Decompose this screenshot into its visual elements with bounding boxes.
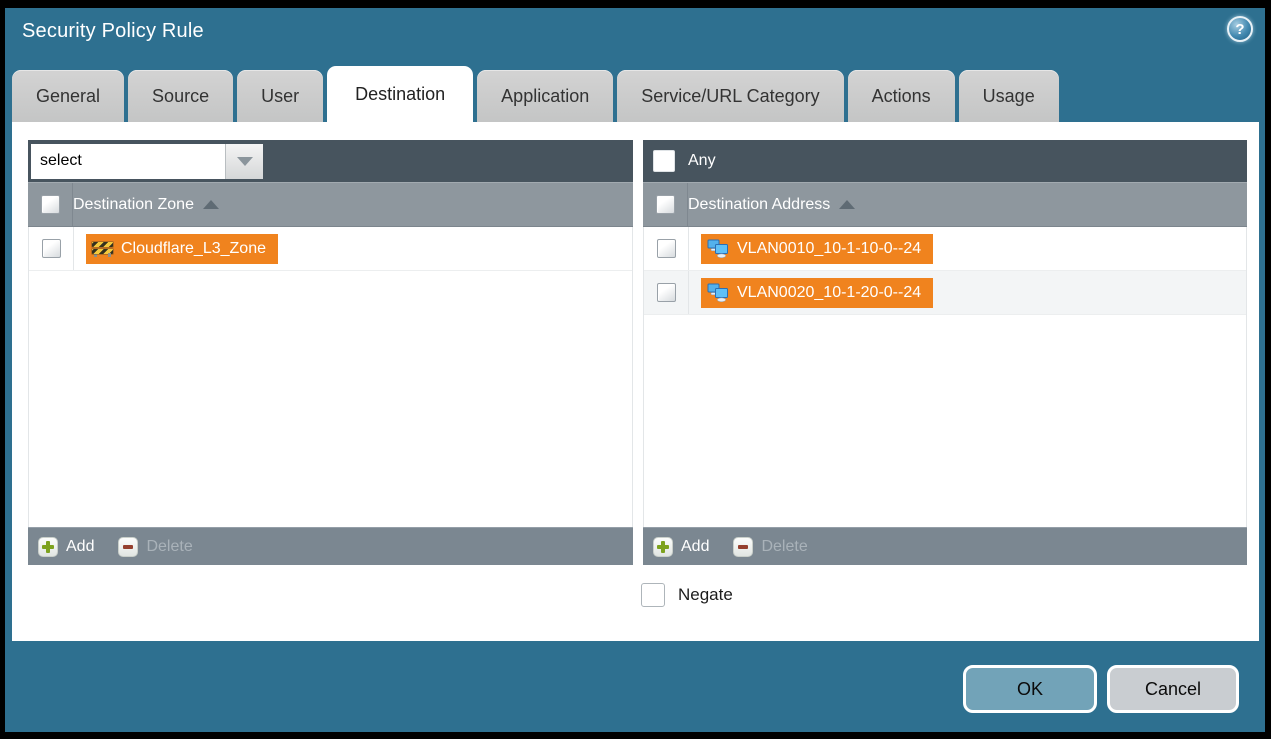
tab-source[interactable]: Source [128,70,233,122]
address-row[interactable]: VLAN0010_10-1-10-0--24 [644,227,1246,271]
zone-column-header[interactable]: Destination Zone [28,182,633,227]
zone-select-all-checkbox[interactable] [41,195,60,214]
address-item-label: VLAN0010_10-1-10-0--24 [737,240,921,258]
zone-panel-header: select [28,140,633,182]
delete-icon [118,537,138,557]
sort-ascending-icon [839,200,855,209]
zone-add-button[interactable]: Add [38,537,94,557]
zone-row[interactable]: Cloudflare_L3_Zone [29,227,632,271]
address-add-button[interactable]: Add [653,537,709,557]
zone-list: Cloudflare_L3_Zone [28,227,633,527]
zone-select-all-cell [28,183,73,226]
zone-column-label: Destination Zone [73,196,194,214]
address-network-icon [707,239,729,258]
negate-control: Negate [641,583,733,607]
add-icon [653,537,673,557]
sort-ascending-icon [203,200,219,209]
zone-type-select[interactable]: select [31,144,263,179]
address-row-checkbox-cell [644,227,689,270]
address-column-header[interactable]: Destination Address [643,182,1247,227]
zone-delete-label: Delete [146,538,192,556]
tab-bar: General Source User Destination Applicat… [12,66,1059,122]
zone-add-label: Add [66,538,94,556]
address-item[interactable]: VLAN0020_10-1-20-0--24 [701,278,933,308]
zone-type-select-button[interactable] [225,144,263,179]
security-policy-rule-dialog: Security Policy Rule ? General Source Us… [0,0,1271,739]
tab-user[interactable]: User [237,70,323,122]
tab-content: select Destination Zone [12,122,1259,641]
add-icon [38,537,58,557]
zone-icon [92,241,113,257]
tab-usage[interactable]: Usage [959,70,1059,122]
address-select-all-cell [643,183,688,226]
zone-row-checkbox-cell [29,227,74,270]
tab-actions[interactable]: Actions [848,70,955,122]
address-network-icon [707,283,729,302]
address-panel-footer: Add Delete [643,527,1247,565]
address-add-label: Add [681,538,709,556]
address-delete-button[interactable]: Delete [733,537,807,557]
any-label: Any [688,152,716,170]
zone-row-checkbox[interactable] [42,239,61,258]
zone-delete-button[interactable]: Delete [118,537,192,557]
address-row[interactable]: VLAN0020_10-1-20-0--24 [644,271,1246,315]
tab-service-url-category[interactable]: Service/URL Category [617,70,843,122]
tab-general[interactable]: General [12,70,124,122]
help-icon[interactable]: ? [1227,16,1253,42]
address-column-label: Destination Address [688,196,830,214]
address-row-checkbox-cell [644,271,689,314]
address-item[interactable]: VLAN0010_10-1-10-0--24 [701,234,933,264]
address-delete-label: Delete [761,538,807,556]
destination-address-panel: Any Destination Address [643,140,1247,565]
tab-destination[interactable]: Destination [327,66,473,122]
address-row-checkbox[interactable] [657,283,676,302]
negate-checkbox[interactable] [641,583,665,607]
cancel-button[interactable]: Cancel [1107,665,1239,713]
any-checkbox[interactable] [653,150,675,172]
any-control: Any [653,150,716,172]
zone-item-label: Cloudflare_L3_Zone [121,240,266,258]
address-select-all-checkbox[interactable] [656,195,675,214]
destination-zone-panel: select Destination Zone [28,140,633,565]
ok-button[interactable]: OK [963,665,1097,713]
zone-type-select-value: select [31,144,225,179]
zone-item[interactable]: Cloudflare_L3_Zone [86,234,278,264]
address-panel-header: Any [643,140,1247,182]
address-item-label: VLAN0020_10-1-20-0--24 [737,284,921,302]
tab-application[interactable]: Application [477,70,613,122]
address-list: VLAN0010_10-1-10-0--24 VLAN [643,227,1247,527]
negate-label: Negate [678,585,733,605]
zone-panel-footer: Add Delete [28,527,633,565]
address-row-checkbox[interactable] [657,239,676,258]
delete-icon [733,537,753,557]
chevron-down-icon [237,157,253,166]
page-title: Security Policy Rule [22,20,204,43]
